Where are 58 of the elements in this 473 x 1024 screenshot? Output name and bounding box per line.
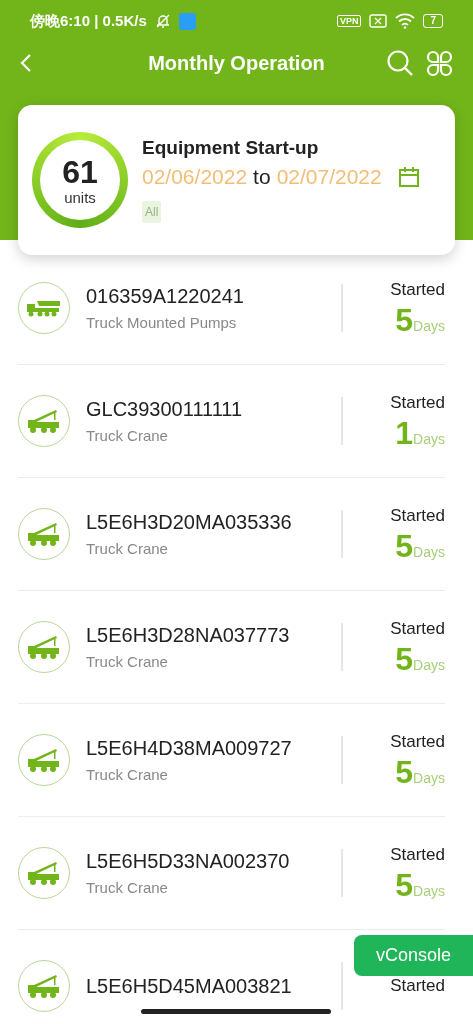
calendar-icon[interactable] — [397, 166, 420, 188]
status-label: Started — [390, 280, 445, 300]
equipment-id: L5E6H3D28NA037773 — [86, 624, 291, 647]
card-title: Equipment Start-up — [142, 137, 320, 159]
vconsole-button[interactable]: vConsole — [353, 935, 473, 976]
bell-muted-icon — [154, 13, 171, 29]
sim-icon — [369, 14, 388, 28]
days-count: 5 — [395, 869, 414, 901]
equipment-type: Truck Crane — [86, 879, 169, 896]
start-date[interactable]: 02/06/2022 — [142, 165, 248, 189]
status-label: Started — [390, 506, 445, 526]
status-label: Started — [390, 393, 445, 413]
crane-truck-icon — [28, 634, 60, 660]
equipment-id: GLC39300111111 — [86, 398, 244, 421]
equipment-id: L5E6H5D45MA003821 — [86, 974, 293, 998]
crane-truck-icon — [28, 973, 60, 999]
unit-label: units — [64, 188, 96, 206]
clover-grid-icon[interactable] — [426, 49, 453, 77]
status-label: Started — [390, 732, 445, 752]
pump-truck-icon — [27, 299, 61, 317]
equipment-id: 016359A1220241 — [86, 285, 245, 308]
date-separator: to — [253, 165, 271, 189]
status-time: 傍晚6:10 | 0.5K/s — [30, 11, 147, 31]
status-label: Started — [390, 976, 445, 996]
equipment-type: Truck Crane — [86, 427, 169, 444]
equipment-type: Truck Crane — [86, 540, 169, 557]
days-count: 5 — [395, 756, 414, 788]
days-unit: Days — [413, 883, 445, 899]
days-count: 5 — [395, 304, 414, 336]
equipment-id: L5E6H4D38MA009727 — [86, 737, 293, 760]
crane-truck-icon — [28, 860, 60, 886]
equipment-type: Truck Crane — [86, 766, 169, 783]
page-title: Monthly Operation — [148, 51, 325, 75]
wifi-icon — [395, 13, 416, 29]
status-label: Started — [390, 619, 445, 639]
equipment-id: L5E6H5D33NA002370 — [86, 850, 291, 873]
vpn-indicator: VPN — [336, 15, 362, 27]
search-icon[interactable] — [386, 49, 414, 77]
end-date[interactable]: 02/07/2022 — [276, 165, 382, 189]
filter-tag[interactable]: All — [142, 201, 162, 223]
days-unit: Days — [413, 318, 445, 334]
days-unit: Days — [413, 544, 445, 560]
equipment-type: Truck Crane — [86, 653, 169, 670]
status-label: Started — [390, 845, 445, 865]
battery-indicator: 7 — [423, 14, 443, 28]
unit-count: 61 — [62, 154, 98, 189]
crane-truck-icon — [28, 521, 60, 547]
days-count: 5 — [395, 530, 414, 562]
back-icon[interactable] — [20, 53, 32, 73]
days-unit: Days — [413, 657, 445, 673]
days-count: 5 — [395, 643, 414, 675]
crane-truck-icon — [28, 408, 60, 434]
crane-truck-icon — [28, 747, 60, 773]
days-unit: Days — [413, 431, 445, 447]
equipment-id: L5E6H3D20MA035336 — [86, 511, 293, 534]
days-count: 1 — [395, 417, 414, 449]
equipment-type: Truck Mounted Pumps — [86, 314, 238, 331]
days-unit: Days — [413, 770, 445, 786]
